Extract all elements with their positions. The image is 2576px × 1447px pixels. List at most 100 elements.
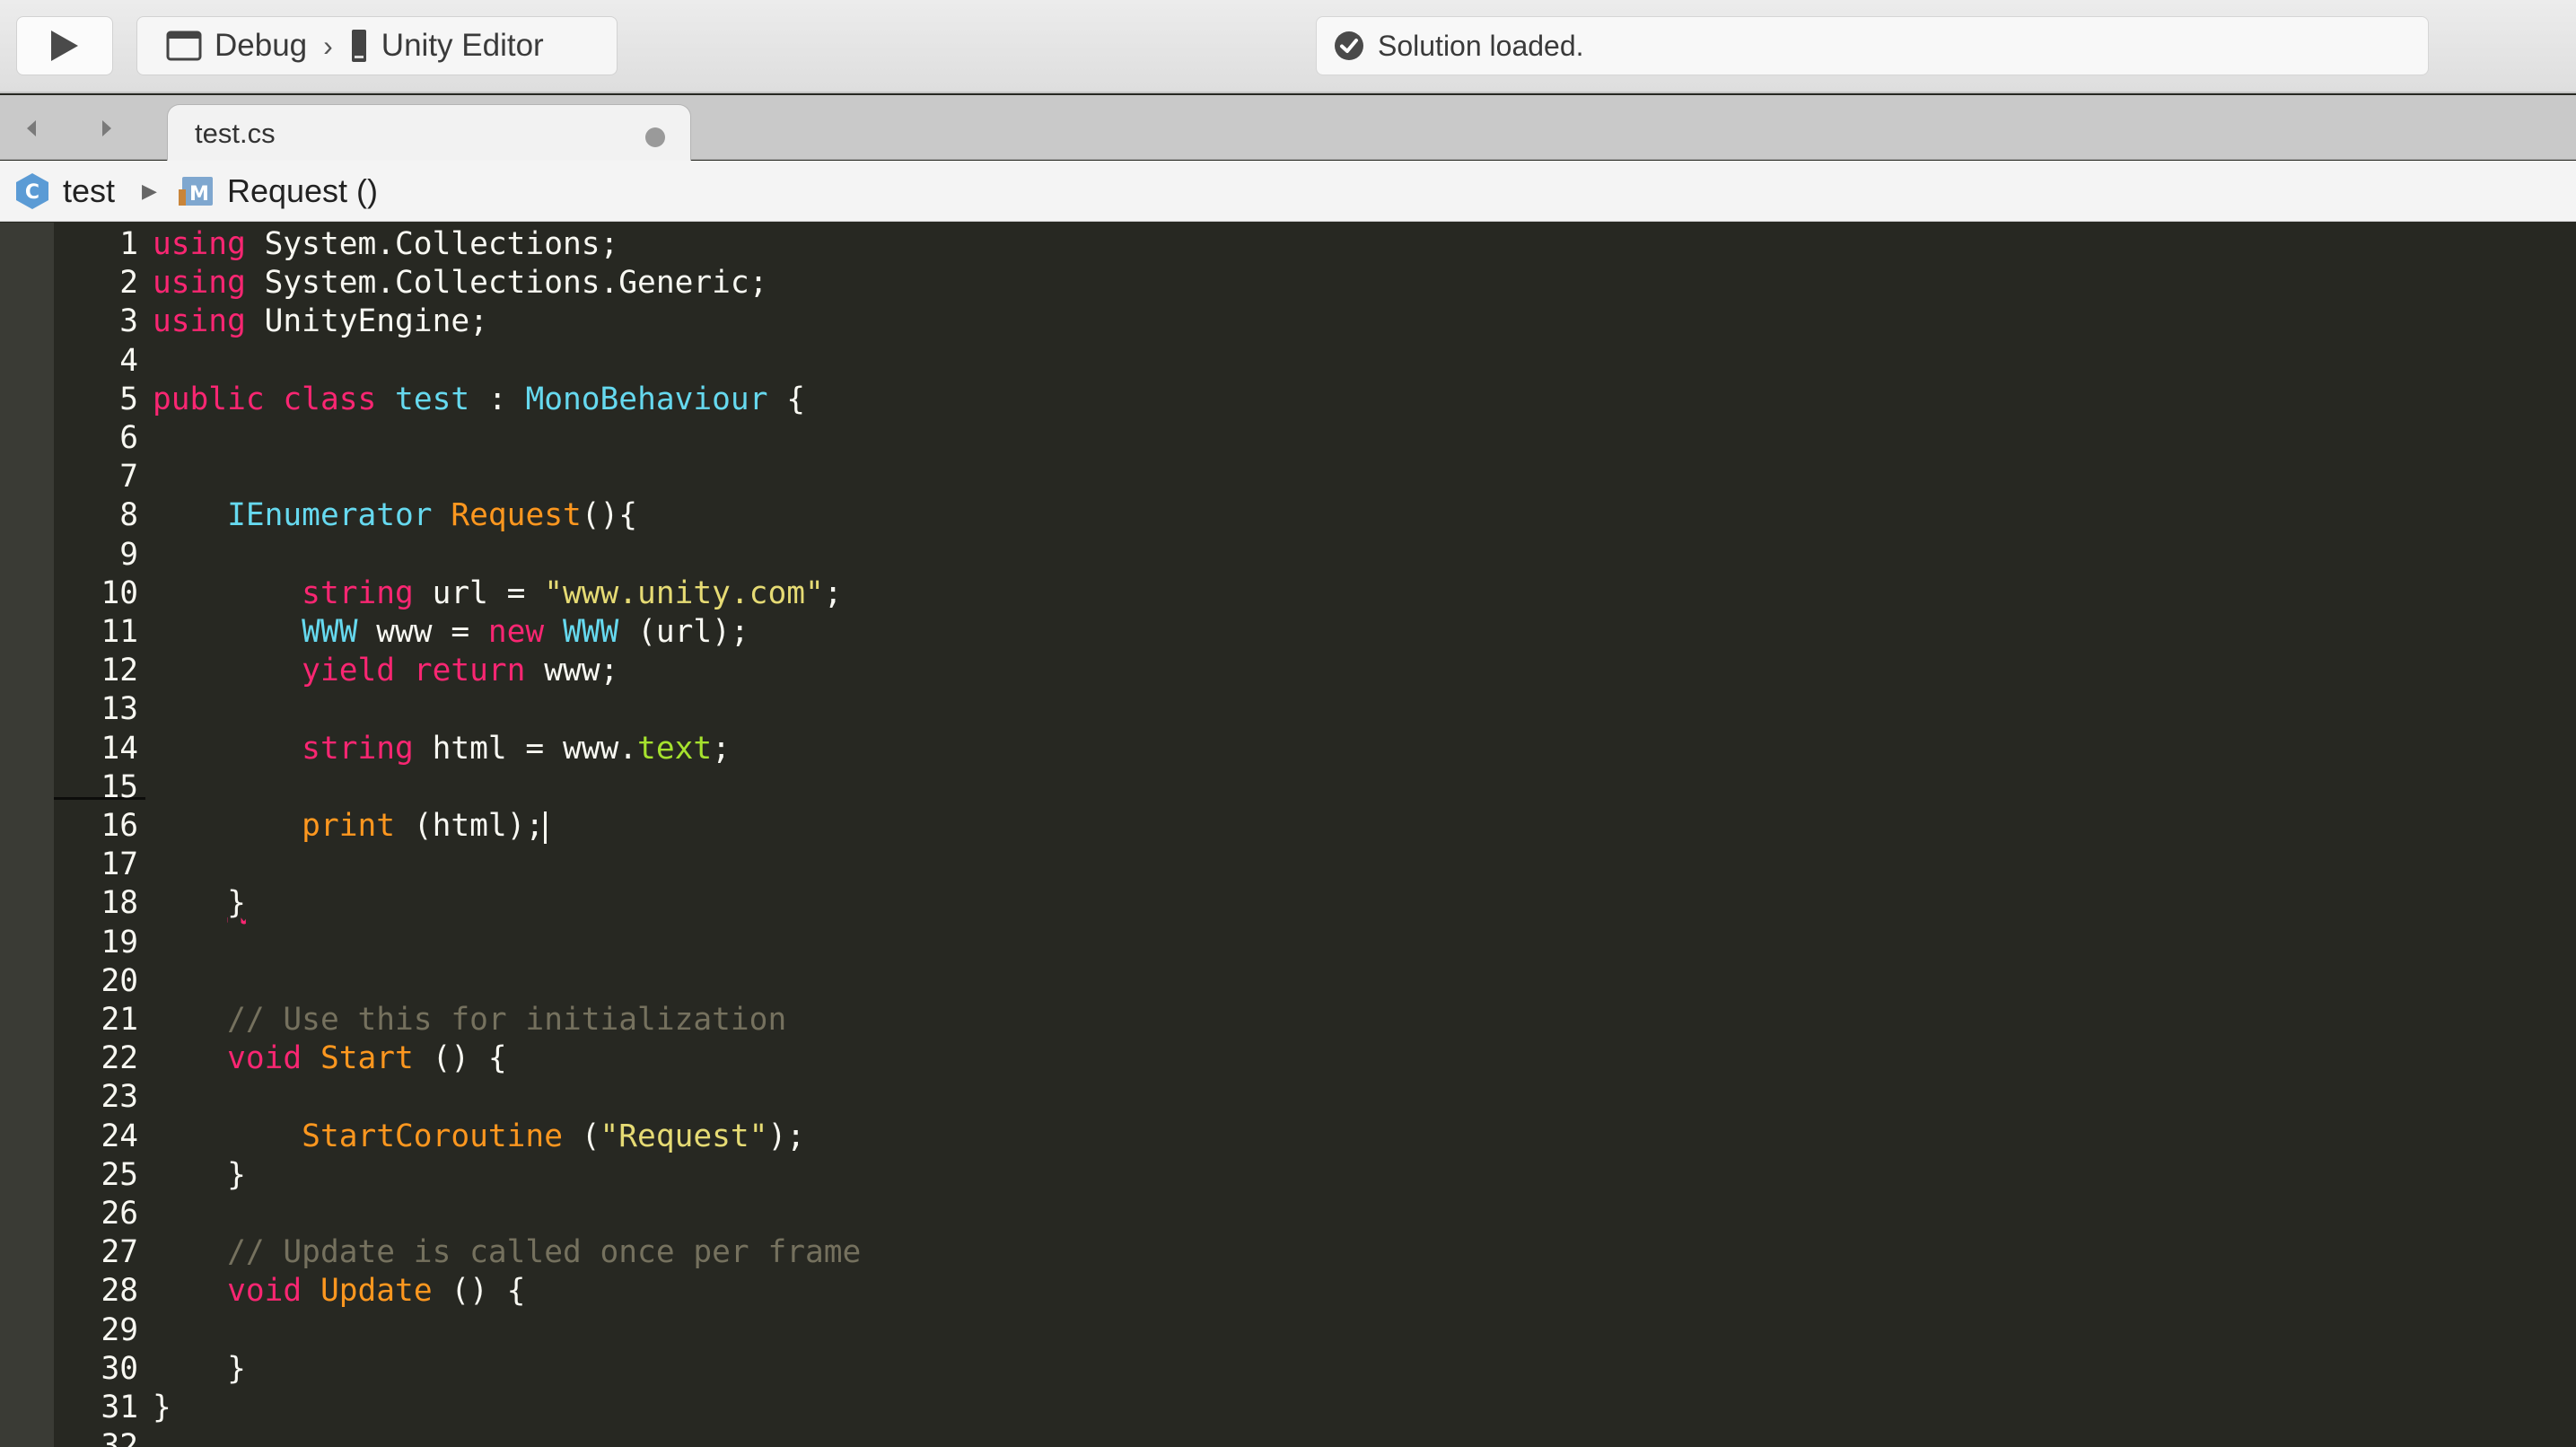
forward-arrow-icon[interactable] — [93, 115, 120, 142]
code-token: ); — [767, 1118, 805, 1154]
code-line[interactable]: 31} — [0, 1389, 2576, 1427]
code-line[interactable]: 19 — [0, 924, 2576, 962]
code-line[interactable]: 4 — [0, 342, 2576, 381]
code-text: string url = "www.unity.com"; — [153, 574, 842, 613]
device-icon — [349, 29, 369, 63]
line-number: 19 — [101, 924, 138, 960]
line-number: 32 — [101, 1428, 138, 1447]
run-configuration-selector[interactable]: Debug › Unity Editor — [136, 16, 618, 75]
line-number: 8 — [119, 497, 138, 534]
breadcrumb-class[interactable]: test — [63, 172, 115, 210]
code-text: WWW www = new WWW (url); — [153, 613, 749, 652]
toolbar: Debug › Unity Editor Solution loaded. — [0, 0, 2576, 93]
code-token: WWW — [562, 614, 619, 650]
code-token: // Use this for initialization — [227, 1002, 787, 1038]
code-token: : — [469, 381, 526, 417]
line-number: 21 — [101, 1002, 138, 1038]
code-line[interactable]: 21 // Use this for initialization — [0, 1001, 2576, 1039]
code-token: public — [153, 381, 265, 417]
code-line[interactable]: 5 public class test : MonoBehaviour { — [0, 381, 2576, 419]
code-token: ( — [562, 1118, 600, 1154]
back-arrow-icon[interactable] — [18, 115, 45, 142]
code-token: () { — [413, 1040, 507, 1077]
code-text: string html = www.text; — [153, 730, 731, 768]
code-line[interactable]: 8 IEnumerator Request(){ — [0, 496, 2576, 535]
code-line[interactable]: 23 — [0, 1078, 2576, 1117]
code-text: using System.Collections.Generic; — [153, 264, 767, 303]
code-token: IEnumerator — [227, 497, 433, 534]
line-number: 20 — [101, 962, 138, 999]
code-line[interactable]: 2 using System.Collections.Generic; — [0, 264, 2576, 303]
code-token: class — [283, 381, 377, 417]
svg-text:C: C — [25, 181, 39, 204]
line-number: 28 — [101, 1273, 138, 1310]
code-line[interactable]: 28 void Update () { — [0, 1272, 2576, 1311]
code-token: () { — [432, 1273, 526, 1310]
code-token: System.Collections; — [245, 226, 619, 262]
code-token: WWW — [302, 614, 358, 650]
class-icon: C — [13, 171, 52, 211]
line-number: 9 — [119, 536, 138, 573]
method-icon: M — [178, 173, 216, 209]
line-number: 24 — [101, 1118, 138, 1154]
code-line[interactable]: 27 // Update is called once per frame — [0, 1233, 2576, 1272]
code-line[interactable]: 12 yield return www; — [0, 652, 2576, 690]
line-number: 4 — [119, 342, 138, 379]
line-number: 12 — [101, 653, 138, 689]
code-line[interactable]: 30 } — [0, 1350, 2576, 1389]
run-button[interactable] — [16, 16, 113, 75]
code-line[interactable]: 14 string html = www.text; — [0, 730, 2576, 768]
status-bar: Solution loaded. — [1316, 16, 2429, 75]
line-number: 10 — [101, 574, 138, 611]
line-number: 29 — [101, 1311, 138, 1348]
line-number: 3 — [119, 303, 138, 340]
code-token: "Request" — [600, 1118, 768, 1154]
code-line[interactable]: 3 using UnityEngine; — [0, 303, 2576, 341]
line-number: 26 — [101, 1196, 138, 1232]
code-line[interactable]: 13 — [0, 690, 2576, 729]
code-line[interactable]: 15 — [0, 768, 2576, 807]
code-line[interactable]: 25 } — [0, 1156, 2576, 1195]
code-token: System.Collections.Generic; — [245, 265, 768, 302]
window-icon — [166, 31, 202, 61]
code-token: UnityEngine; — [245, 303, 488, 340]
tab-test-cs[interactable]: test.cs — [167, 104, 691, 162]
code-line[interactable]: 9 — [0, 536, 2576, 574]
code-line[interactable]: 1 using System.Collections; — [0, 225, 2576, 264]
code-token: { — [767, 381, 806, 417]
code-line[interactable]: 18 } — [0, 884, 2576, 923]
code-line[interactable]: 10 string url = "www.unity.com"; — [0, 574, 2576, 613]
line-number: 6 — [119, 420, 138, 456]
code-line[interactable]: 29 — [0, 1311, 2576, 1350]
code-line[interactable]: 22 void Start () { — [0, 1039, 2576, 1078]
line-number: 11 — [101, 614, 138, 650]
breadcrumb-method[interactable]: Request () — [227, 172, 378, 210]
code-line[interactable]: 24 StartCoroutine ("Request"); — [0, 1118, 2576, 1156]
code-token: Request — [451, 497, 582, 534]
code-line[interactable]: 11 WWW www = new WWW (url); — [0, 613, 2576, 652]
code-token: } — [153, 1156, 246, 1193]
code-text: print (html); — [153, 807, 548, 846]
code-line[interactable]: 20 — [0, 962, 2576, 1001]
code-line[interactable]: 26 — [0, 1195, 2576, 1233]
code-line[interactable]: 16 print (html); — [0, 807, 2576, 846]
code-line[interactable]: 6 — [0, 419, 2576, 458]
code-token: (html); — [395, 808, 545, 844]
unsaved-dot-icon[interactable] — [645, 127, 665, 147]
tab-bar: test.cs — [0, 95, 2576, 162]
code-editor[interactable]: 1 using System.Collections; 2 using System.… — [0, 223, 2576, 1447]
code-token: (url); — [618, 614, 749, 650]
code-line[interactable]: 32 — [0, 1427, 2576, 1447]
code-token: using — [153, 226, 246, 262]
code-line[interactable]: 17 — [0, 846, 2576, 884]
code-line[interactable]: 7 — [0, 458, 2576, 496]
code-text: // Use this for initialization — [153, 1001, 786, 1039]
